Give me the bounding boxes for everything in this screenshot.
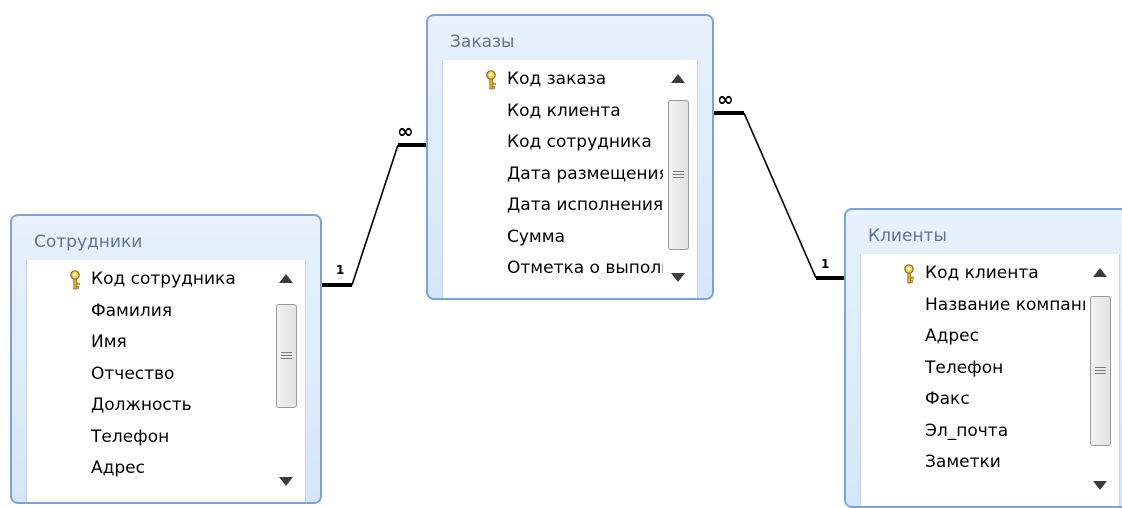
relationship-line — [351, 144, 399, 286]
scroll-thumb[interactable] — [668, 100, 689, 250]
field-item[interactable]: Заметки — [861, 447, 1085, 479]
field-name: Должность — [91, 395, 192, 415]
field-item[interactable]: Код клиента — [443, 96, 663, 128]
cardinality-one-label: 1 — [821, 257, 829, 271]
field-list: Код заказа Код клиента Код сотрудника Да… — [443, 64, 663, 285]
table-employees[interactable]: Сотрудники Код сотрудника Фамилия Имя От… — [10, 214, 322, 504]
field-name: Код клиента — [507, 100, 621, 121]
scroll-up-arrow-icon[interactable] — [279, 274, 293, 283]
field-item[interactable]: Отчество — [27, 359, 271, 391]
field-name: Заметки — [925, 452, 1001, 472]
field-item[interactable]: Код сотрудника — [27, 264, 271, 296]
field-list: Код сотрудника Фамилия Имя Отчество Долж… — [27, 264, 271, 485]
field-name: Отметка о выполнении — [507, 258, 663, 278]
field-name: Сумма — [507, 226, 565, 247]
cardinality-one-label: 1 — [336, 263, 344, 277]
field-item[interactable]: Отметка о выполнении — [443, 253, 663, 285]
table-title[interactable]: Клиенты — [868, 226, 947, 246]
field-item[interactable]: Сумма — [443, 222, 663, 254]
field-name: Телефон — [91, 426, 170, 447]
scroll-down-arrow-icon[interactable] — [671, 273, 685, 282]
field-item[interactable]: Дата исполнения — [443, 190, 663, 222]
cardinality-many-label: ∞ — [397, 119, 414, 143]
field-name: Факс — [925, 389, 970, 409]
table-title[interactable]: Заказы — [450, 32, 514, 52]
relationship-diagram: 1 ∞ ∞ 1 Сотрудники Код сотрудника Фамили… — [0, 0, 1122, 508]
field-name: Название компании — [925, 294, 1085, 315]
scroll-thumb[interactable] — [1090, 296, 1111, 446]
vertical-scrollbar[interactable] — [1085, 254, 1119, 506]
field-name: Эл_почта — [925, 420, 1009, 441]
field-name: Дата размещения — [507, 163, 663, 184]
vertical-scrollbar[interactable] — [663, 60, 697, 298]
field-item[interactable]: Код клиента — [861, 258, 1085, 290]
scroll-up-arrow-icon[interactable] — [1093, 268, 1107, 277]
primary-key-icon — [486, 70, 496, 90]
field-item[interactable]: Код заказа — [443, 64, 663, 96]
field-item[interactable]: Адрес — [27, 453, 271, 485]
field-list-area: Код сотрудника Фамилия Имя Отчество Долж… — [26, 260, 306, 502]
field-name: Фамилия — [91, 300, 173, 321]
field-name: Адрес — [925, 326, 979, 346]
field-name: Код заказа — [507, 69, 607, 89]
table-title[interactable]: Сотрудники — [34, 232, 142, 252]
field-item[interactable]: Телефон — [861, 353, 1085, 385]
cardinality-many-label: ∞ — [717, 87, 734, 111]
grip-icon — [281, 352, 292, 360]
field-name: Код сотрудника — [91, 269, 236, 289]
field-item[interactable]: Эл_почта — [861, 416, 1085, 448]
field-item[interactable]: Название компании — [861, 290, 1085, 322]
scroll-down-arrow-icon[interactable] — [1093, 481, 1107, 490]
relationship-employees-orders[interactable]: 1 ∞ — [322, 119, 428, 287]
field-item[interactable]: Дата размещения — [443, 159, 663, 191]
primary-key-icon — [70, 270, 80, 290]
field-list-area: Код клиента Название компании Адрес Теле… — [860, 254, 1120, 506]
scroll-down-arrow-icon[interactable] — [279, 477, 293, 486]
field-item[interactable]: Факс — [861, 384, 1085, 416]
field-item[interactable]: Код сотрудника — [443, 127, 663, 159]
field-name: Адрес — [91, 458, 145, 478]
field-item[interactable]: Телефон — [27, 422, 271, 454]
table-clients[interactable]: Клиенты Код клиента Название компании Ад… — [844, 208, 1122, 508]
field-name: Телефон — [925, 357, 1004, 378]
primary-key-icon — [904, 264, 914, 284]
field-name: Код клиента — [925, 263, 1039, 283]
relationship-orders-clients[interactable]: ∞ 1 — [712, 87, 846, 280]
field-item[interactable]: Фамилия — [27, 296, 271, 328]
field-item[interactable]: Должность — [27, 390, 271, 422]
field-item[interactable]: Адрес — [861, 321, 1085, 353]
field-name: Код сотрудника — [507, 132, 652, 152]
vertical-scrollbar[interactable] — [271, 260, 305, 502]
relationship-line — [743, 112, 817, 279]
grip-icon — [1095, 367, 1106, 375]
field-list: Код клиента Название компании Адрес Теле… — [861, 258, 1085, 479]
field-name: Отчество — [91, 363, 175, 384]
field-name: Имя — [91, 332, 127, 352]
field-name: Дата исполнения — [507, 195, 663, 215]
grip-icon — [673, 171, 684, 179]
scroll-thumb[interactable] — [276, 304, 297, 408]
field-list-area: Код заказа Код клиента Код сотрудника Да… — [442, 60, 698, 298]
scroll-up-arrow-icon[interactable] — [671, 74, 685, 83]
table-orders[interactable]: Заказы Код заказа Код клиента Код сотруд… — [426, 14, 714, 300]
field-item[interactable]: Имя — [27, 327, 271, 359]
